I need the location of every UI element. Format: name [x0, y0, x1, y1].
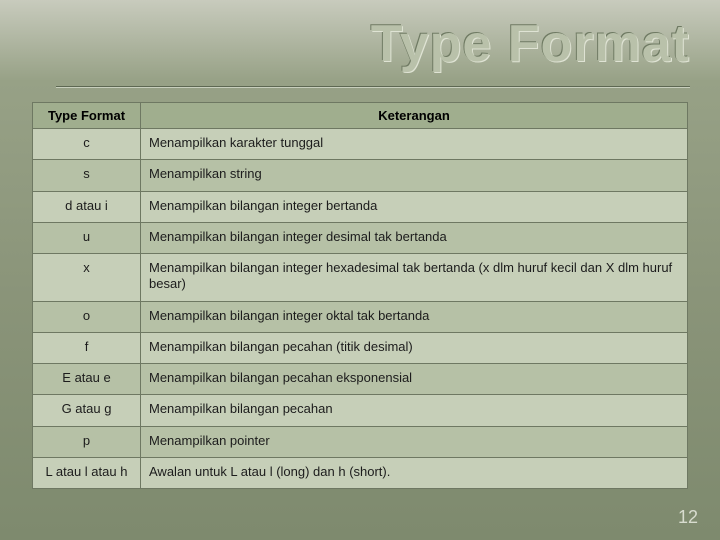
table-row: f Menampilkan bilangan pecahan (titik de… [33, 332, 688, 363]
table-row: u Menampilkan bilangan integer desimal t… [33, 222, 688, 253]
cell-format: E atau e [33, 364, 141, 395]
header-type-format: Type Format [33, 103, 141, 129]
table-row: p Menampilkan pointer [33, 426, 688, 457]
cell-format: G atau g [33, 395, 141, 426]
cell-format: p [33, 426, 141, 457]
page-number: 12 [678, 507, 698, 528]
cell-desc: Menampilkan bilangan integer oktal tak b… [141, 301, 688, 332]
format-table: Type Format Keterangan c Menampilkan kar… [32, 102, 688, 489]
cell-format: u [33, 222, 141, 253]
cell-format: f [33, 332, 141, 363]
cell-format: d atau i [33, 191, 141, 222]
cell-desc: Menampilkan bilangan integer desimal tak… [141, 222, 688, 253]
cell-format: x [33, 254, 141, 302]
cell-desc: Menampilkan bilangan integer hexadesimal… [141, 254, 688, 302]
cell-format: c [33, 129, 141, 160]
table-row: s Menampilkan string [33, 160, 688, 191]
cell-desc: Menampilkan bilangan pecahan (titik desi… [141, 332, 688, 363]
table-row: x Menampilkan bilangan integer hexadesim… [33, 254, 688, 302]
cell-desc: Menampilkan pointer [141, 426, 688, 457]
title-underline [56, 86, 690, 88]
cell-desc: Menampilkan string [141, 160, 688, 191]
table-row: E atau e Menampilkan bilangan pecahan ek… [33, 364, 688, 395]
cell-desc: Awalan untuk L atau l (long) dan h (shor… [141, 457, 688, 488]
table-row: G atau g Menampilkan bilangan pecahan [33, 395, 688, 426]
cell-desc: Menampilkan bilangan pecahan [141, 395, 688, 426]
header-keterangan: Keterangan [141, 103, 688, 129]
cell-format: o [33, 301, 141, 332]
cell-format: L atau l atau h [33, 457, 141, 488]
cell-desc: Menampilkan bilangan integer bertanda [141, 191, 688, 222]
cell-desc: Menampilkan bilangan pecahan eksponensia… [141, 364, 688, 395]
table-header-row: Type Format Keterangan [33, 103, 688, 129]
table-row: c Menampilkan karakter tunggal [33, 129, 688, 160]
table-row: L atau l atau h Awalan untuk L atau l (l… [33, 457, 688, 488]
cell-desc: Menampilkan karakter tunggal [141, 129, 688, 160]
table-row: d atau i Menampilkan bilangan integer be… [33, 191, 688, 222]
slide-title: Type Format [371, 14, 690, 74]
table-row: o Menampilkan bilangan integer oktal tak… [33, 301, 688, 332]
format-table-container: Type Format Keterangan c Menampilkan kar… [32, 102, 688, 489]
cell-format: s [33, 160, 141, 191]
